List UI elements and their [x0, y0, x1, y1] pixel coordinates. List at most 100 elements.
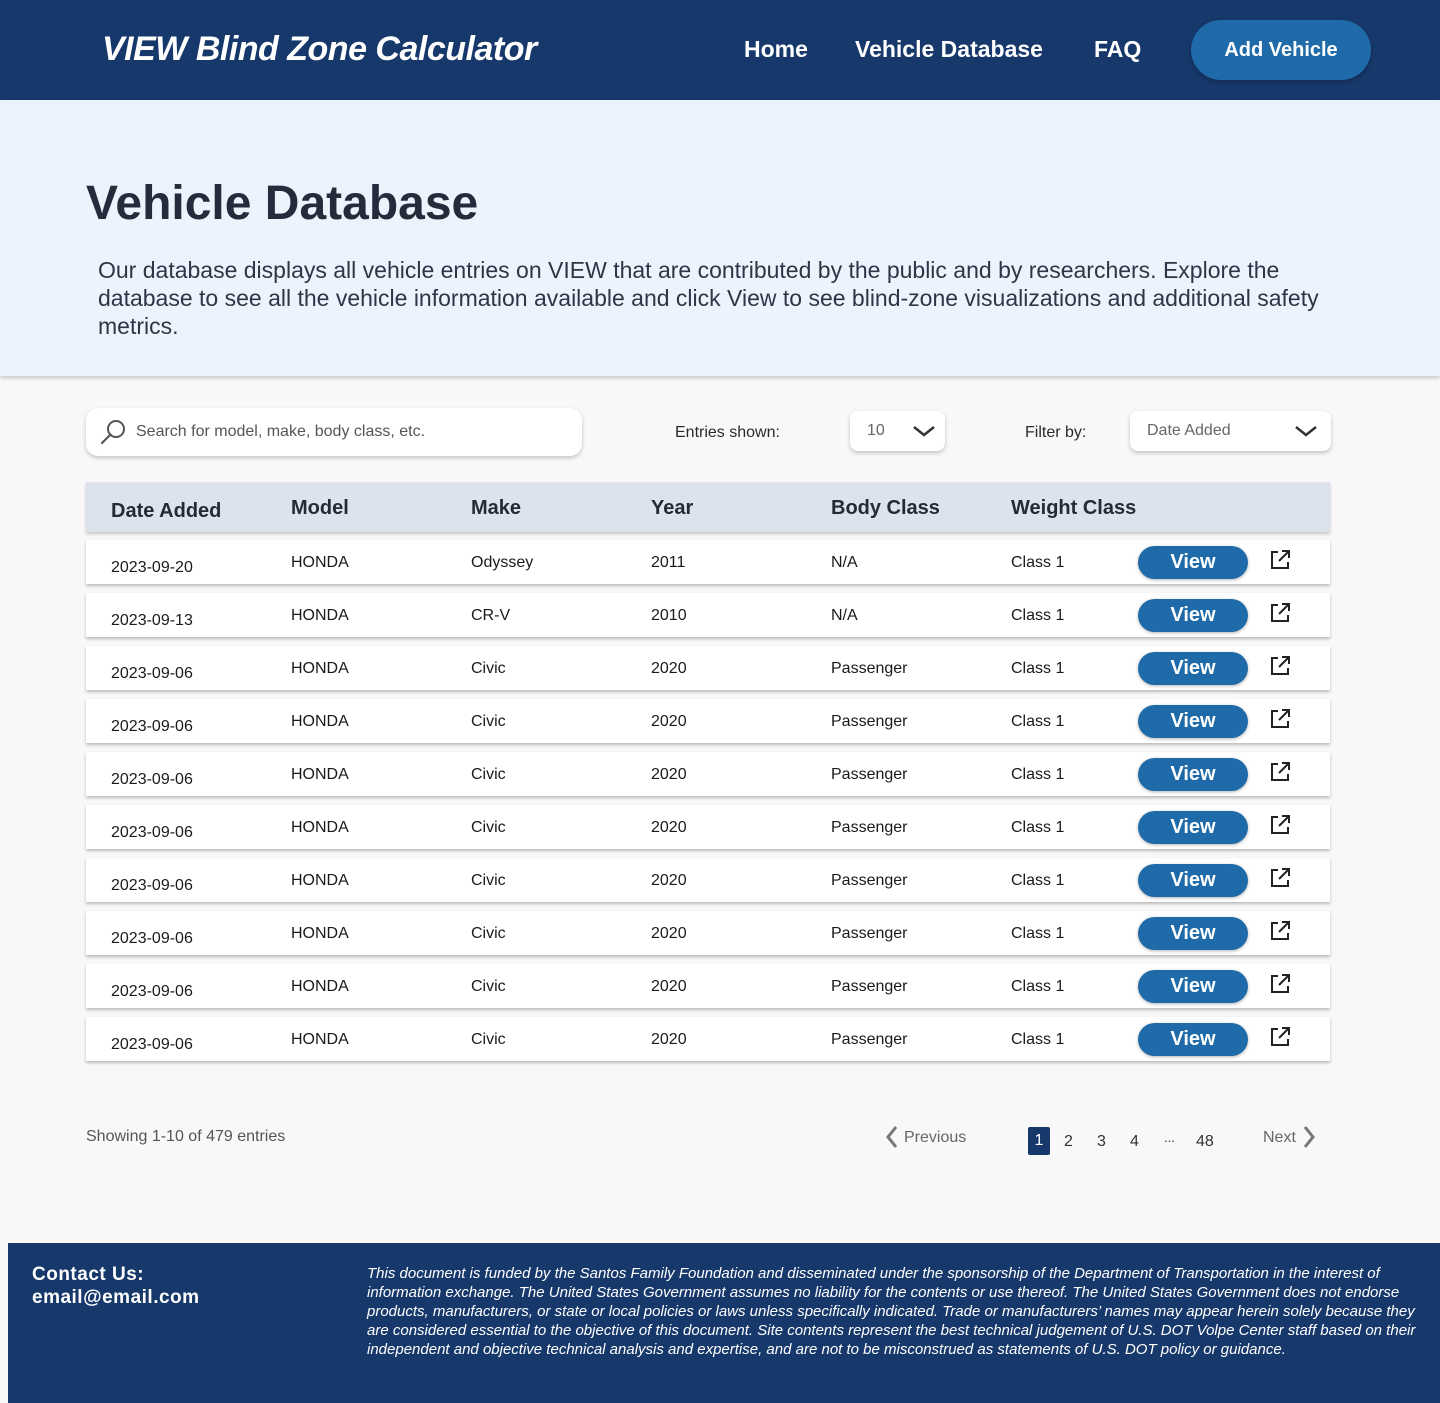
- search-box[interactable]: [86, 408, 582, 456]
- cell-weight-class: Class 1: [1011, 819, 1065, 836]
- view-button[interactable]: View: [1138, 758, 1248, 791]
- entries-shown-select[interactable]: 10: [850, 411, 945, 451]
- cell-year: 2020: [651, 978, 687, 995]
- cell-year: 2020: [651, 1031, 687, 1048]
- cell-make: Civic: [471, 660, 506, 677]
- external-link-icon[interactable]: [1268, 972, 1292, 996]
- search-icon: [100, 420, 125, 445]
- entries-shown-label: Entries shown:: [675, 424, 780, 441]
- cell-model: HONDA: [291, 925, 349, 942]
- cell-weight-class: Class 1: [1011, 713, 1065, 730]
- cell-make: Civic: [471, 1031, 506, 1048]
- cell-weight-class: Class 1: [1011, 1031, 1065, 1048]
- cell-make: Civic: [471, 925, 506, 942]
- cell-year: 2020: [651, 925, 687, 942]
- cell-year: 2020: [651, 819, 687, 836]
- page-button[interactable]: 3: [1097, 1133, 1106, 1151]
- filter-by-select[interactable]: Date Added: [1130, 411, 1331, 451]
- entries-count-text: Showing 1-10 of 479 entries: [86, 1128, 286, 1145]
- column-header-date-added[interactable]: Date Added: [111, 500, 221, 523]
- column-header-body-class[interactable]: Body Class: [831, 497, 940, 520]
- site-title[interactable]: VIEW Blind Zone Calculator: [102, 30, 537, 69]
- column-header-weight-class[interactable]: Weight Class: [1011, 497, 1136, 520]
- column-header-model[interactable]: Model: [291, 497, 349, 520]
- cell-weight-class: Class 1: [1011, 872, 1065, 889]
- view-button[interactable]: View: [1138, 811, 1248, 844]
- table-row: 2023-09-06 HONDA Civic 2020 Passenger Cl…: [86, 858, 1330, 902]
- footer: Contact Us: email@email.com This documen…: [8, 1243, 1440, 1403]
- page-description: Our database displays all vehicle entrie…: [98, 257, 1319, 339]
- view-button[interactable]: View: [1138, 1023, 1248, 1056]
- external-link-icon[interactable]: [1268, 1025, 1292, 1049]
- view-button[interactable]: View: [1138, 546, 1248, 579]
- cell-make: Civic: [471, 872, 506, 889]
- cell-date-added: 2023-09-06: [111, 1036, 193, 1053]
- view-button[interactable]: View: [1138, 652, 1248, 685]
- cell-date-added: 2023-09-13: [111, 612, 193, 629]
- contact-email-link[interactable]: email@email.com: [32, 1286, 200, 1309]
- cell-model: HONDA: [291, 660, 349, 677]
- column-header-make[interactable]: Make: [471, 497, 521, 520]
- cell-model: HONDA: [291, 554, 349, 571]
- external-link-icon[interactable]: [1268, 548, 1292, 572]
- column-header-year[interactable]: Year: [651, 497, 693, 520]
- cell-body-class: Passenger: [831, 978, 908, 995]
- table-row: 2023-09-06 HONDA Civic 2020 Passenger Cl…: [86, 699, 1330, 743]
- view-button[interactable]: View: [1138, 970, 1248, 1003]
- table-header: Date Added Model Make Year Body Class We…: [86, 482, 1330, 532]
- nav-faq-link[interactable]: FAQ: [1094, 36, 1141, 63]
- search-input[interactable]: [136, 420, 556, 444]
- chevron-left-icon: [886, 1126, 898, 1148]
- table-row: 2023-09-06 HONDA Civic 2020 Passenger Cl…: [86, 646, 1330, 690]
- external-link-icon[interactable]: [1268, 919, 1292, 943]
- view-button[interactable]: View: [1138, 599, 1248, 632]
- view-button[interactable]: View: [1138, 705, 1248, 738]
- cell-make: Civic: [471, 766, 506, 783]
- cell-make: CR-V: [471, 607, 511, 624]
- nav-vehicle-database-link[interactable]: Vehicle Database: [855, 36, 1043, 63]
- external-link-icon[interactable]: [1268, 654, 1292, 678]
- table-row: 2023-09-06 HONDA Civic 2020 Passenger Cl…: [86, 911, 1330, 955]
- page-button[interactable]: 48: [1196, 1133, 1214, 1151]
- page-button-current[interactable]: 1: [1028, 1127, 1050, 1155]
- cell-body-class: Passenger: [831, 872, 908, 889]
- cell-body-class: Passenger: [831, 660, 908, 677]
- cell-model: HONDA: [291, 872, 349, 889]
- cell-body-class: Passenger: [831, 713, 908, 730]
- cell-make: Odyssey: [471, 554, 534, 571]
- view-button[interactable]: View: [1138, 864, 1248, 897]
- cell-date-added: 2023-09-06: [111, 718, 193, 735]
- page-button[interactable]: 2: [1064, 1133, 1073, 1151]
- external-link-icon[interactable]: [1268, 601, 1292, 625]
- next-label[interactable]: Next: [1263, 1129, 1296, 1147]
- cell-model: HONDA: [291, 978, 349, 995]
- cell-body-class: Passenger: [831, 819, 908, 836]
- cell-date-added: 2023-09-20: [111, 559, 193, 576]
- chevron-right-icon: [1303, 1126, 1315, 1148]
- nav-home-link[interactable]: Home: [744, 36, 808, 63]
- cell-weight-class: Class 1: [1011, 554, 1065, 571]
- cell-date-added: 2023-09-06: [111, 771, 193, 788]
- cell-weight-class: Class 1: [1011, 660, 1065, 677]
- cell-make: Civic: [471, 713, 506, 730]
- cell-make: Civic: [471, 978, 506, 995]
- cell-weight-class: Class 1: [1011, 925, 1065, 942]
- view-button[interactable]: View: [1138, 917, 1248, 950]
- external-link-icon[interactable]: [1268, 760, 1292, 784]
- add-vehicle-button[interactable]: Add Vehicle: [1191, 20, 1371, 80]
- cell-body-class: Passenger: [831, 766, 908, 783]
- previous-label[interactable]: Previous: [904, 1129, 966, 1147]
- external-link-icon[interactable]: [1268, 707, 1292, 731]
- cell-body-class: N/A: [831, 607, 858, 624]
- top-navbar: VIEW Blind Zone Calculator Home Vehicle …: [0, 0, 1440, 100]
- external-link-icon[interactable]: [1268, 813, 1292, 837]
- page-button[interactable]: 4: [1130, 1133, 1139, 1151]
- entries-shown-value: 10: [867, 422, 885, 439]
- cell-weight-class: Class 1: [1011, 607, 1065, 624]
- external-link-icon[interactable]: [1268, 866, 1292, 890]
- cell-year: 2010: [651, 607, 687, 624]
- cell-model: HONDA: [291, 607, 349, 624]
- chevron-down-icon: [1295, 426, 1317, 437]
- disclaimer-text: This document is funded by the Santos Fa…: [367, 1265, 1416, 1358]
- cell-model: HONDA: [291, 819, 349, 836]
